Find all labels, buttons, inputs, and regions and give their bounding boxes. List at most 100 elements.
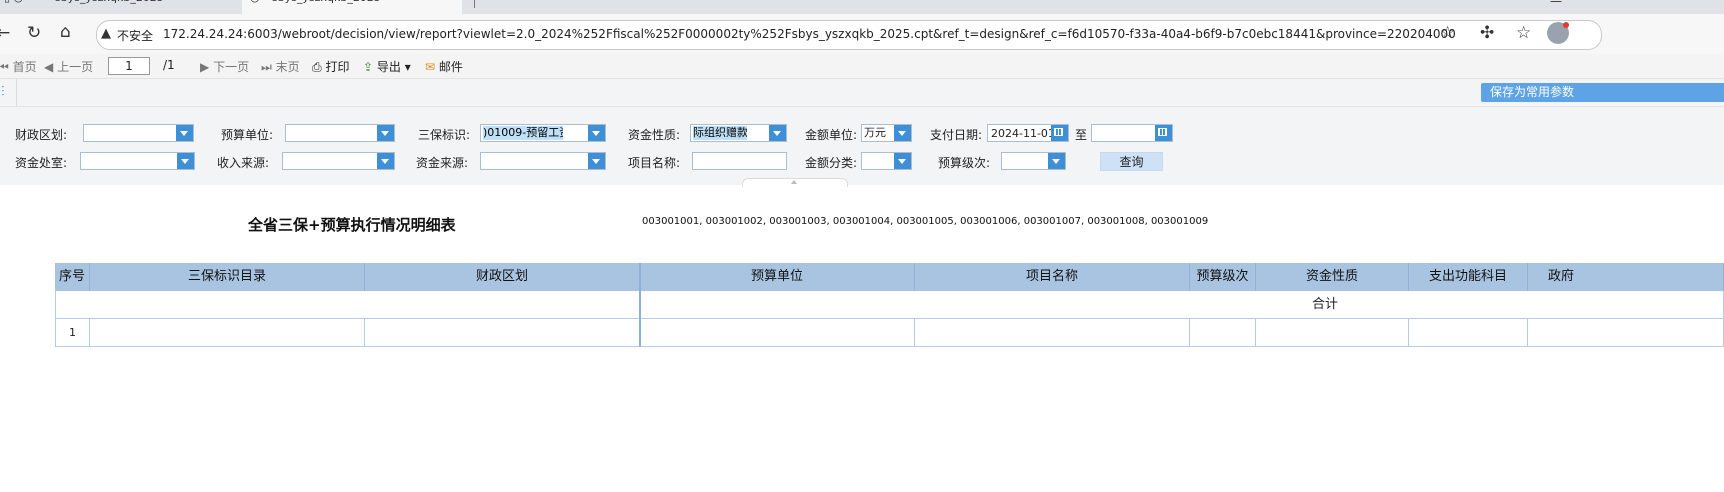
income-select[interactable] <box>282 152 395 170</box>
export-button[interactable]: ⇪ 导出 ▾ <box>363 58 411 75</box>
warning-icon: ▲ <box>101 26 111 41</box>
parameter-form <box>0 107 1724 185</box>
insecure-label[interactable]: 不安全 <box>117 27 153 44</box>
table-cell <box>640 319 915 347</box>
pay-date-from-value: 2024-11-01 <box>991 127 1055 140</box>
col-header-no: 序号 <box>55 263 90 291</box>
amount-cat-select[interactable] <box>861 152 912 170</box>
prev-page-button[interactable]: ◀ 上一页 <box>44 58 93 75</box>
export-icon: ⇪ <box>363 60 374 74</box>
sanbao-select[interactable]: )01009-预留工资 <box>480 124 606 142</box>
report-table: 序号 三保标识目录 财政区划 预算单位 项目名称 预算级次 资金性质 支出功能科… <box>55 263 1724 347</box>
parameter-panel-header <box>0 79 1724 107</box>
pay-date-label: 支付日期: <box>930 128 983 142</box>
chevron-down-icon[interactable] <box>177 153 194 169</box>
divider <box>16 79 17 106</box>
back-icon[interactable]: ← <box>0 23 10 43</box>
row-number: 1 <box>55 319 90 347</box>
source-select[interactable] <box>480 152 606 170</box>
reload-icon[interactable]: ↻ <box>27 23 41 43</box>
pay-date-to-input[interactable] <box>1091 124 1173 142</box>
col-header-project: 项目名称 <box>915 263 1190 291</box>
chevron-down-icon[interactable] <box>176 125 193 141</box>
table-cell <box>1256 319 1409 347</box>
prev-page-icon: ◀ <box>44 60 54 74</box>
total-row-blank <box>55 291 640 319</box>
income-label: 收入来源: <box>217 156 270 170</box>
collapse-params-handle[interactable] <box>742 178 848 187</box>
chevron-down-icon[interactable] <box>894 153 911 169</box>
next-page-icon: ▶ <box>200 60 210 74</box>
level-select[interactable] <box>1001 152 1066 170</box>
chevron-down-icon[interactable] <box>377 153 394 169</box>
col-header-unit: 预算单位 <box>640 263 915 291</box>
sanbao-value: )01009-预留工资 <box>483 126 563 140</box>
region-select[interactable] <box>83 124 194 142</box>
last-page-button[interactable]: ⏭ 末页 <box>261 58 300 75</box>
frozen-column-divider <box>639 263 641 347</box>
amount-cat-label: 金额分类: <box>805 156 858 170</box>
mail-icon: ✉ <box>425 60 436 74</box>
table-cell <box>915 319 1190 347</box>
source-label: 资金来源: <box>416 156 469 170</box>
chevron-down-icon[interactable] <box>1048 153 1065 169</box>
total-label: 合计 <box>1312 297 1339 312</box>
col-header-gov: 政府 <box>1528 263 1724 291</box>
table-cell <box>365 319 640 347</box>
settings-sliders-icon[interactable]: ⫶ <box>1 84 5 100</box>
unit-select[interactable] <box>285 124 395 142</box>
chevron-down-icon[interactable] <box>588 153 605 169</box>
home-icon[interactable]: ⌂ <box>60 22 71 42</box>
first-page-button[interactable]: ⏮ 首页 <box>0 58 37 75</box>
browser-tab-active[interactable]: ◎ sbys_yszxqkb_2025 × <box>242 0 462 14</box>
calendar-icon[interactable] <box>1155 125 1172 141</box>
sanbao-label: 三保标识: <box>418 128 471 142</box>
last-page-icon: ⏭ <box>261 60 272 74</box>
date-range-to-label: 至 <box>1075 128 1088 142</box>
amount-unit-value: 万元 <box>864 126 886 139</box>
minimize-icon[interactable]: — <box>1550 0 1562 8</box>
region-label: 财政区划: <box>15 128 68 142</box>
col-header-nature: 资金性质 <box>1256 263 1409 291</box>
project-name-input[interactable] <box>692 152 787 170</box>
chevron-down-icon[interactable] <box>769 125 786 141</box>
tab-divider <box>474 0 475 8</box>
chevron-down-icon[interactable] <box>377 125 394 141</box>
pay-date-from-input[interactable]: 2024-11-01 <box>987 124 1069 142</box>
report-title: 全省三保+预算执行情况明细表 <box>248 216 456 234</box>
nature-select[interactable]: 际组织赠款 <box>690 124 787 142</box>
amount-unit-select[interactable]: 万元 <box>861 124 912 142</box>
calendar-icon[interactable] <box>1051 125 1068 141</box>
table-cell <box>1409 319 1528 347</box>
office-select[interactable] <box>80 152 195 170</box>
mail-button[interactable]: ✉ 邮件 <box>425 58 463 75</box>
page-number-input[interactable]: 1 <box>108 57 150 75</box>
nature-value: 际组织赠款 <box>693 126 747 140</box>
url-text[interactable]: 172.24.24.24:6003/webroot/decision/view/… <box>163 27 1456 41</box>
save-common-params-button[interactable]: 保存为常用参数 <box>1481 83 1724 102</box>
col-header-region: 财政区划 <box>365 263 640 291</box>
level-label: 预算级次: <box>938 156 991 170</box>
query-button[interactable]: 查询 <box>1100 152 1163 171</box>
favorites-icon[interactable]: ☆ <box>1516 23 1531 43</box>
notification-dot <box>1563 22 1569 28</box>
page-total: /1 <box>163 58 175 72</box>
total-row: 合计 <box>640 291 1724 319</box>
table-cell <box>1528 319 1724 347</box>
table-cell <box>1190 319 1256 347</box>
amount-unit-label: 金额单位: <box>805 128 858 142</box>
chevron-down-icon: ▾ <box>404 60 411 74</box>
print-button[interactable]: ⎙ 打印 <box>312 58 349 75</box>
report-toolbar <box>0 54 1724 79</box>
browser-tab[interactable]: ▯ ◎ sbys_yszxqkb_2025 × <box>0 0 240 14</box>
first-page-icon: ⏮ <box>0 60 9 74</box>
chevron-down-icon[interactable] <box>588 125 605 141</box>
office-label: 资金处室: <box>15 156 68 170</box>
extensions-icon[interactable]: ✣ <box>1480 23 1494 43</box>
table-cell <box>90 319 365 347</box>
next-page-button[interactable]: ▶ 下一页 <box>200 58 249 75</box>
printer-icon: ⎙ <box>312 60 322 74</box>
favorite-star-icon[interactable]: ☆ <box>1440 23 1455 43</box>
unit-label: 预算单位: <box>221 128 274 142</box>
chevron-down-icon[interactable] <box>894 125 911 141</box>
